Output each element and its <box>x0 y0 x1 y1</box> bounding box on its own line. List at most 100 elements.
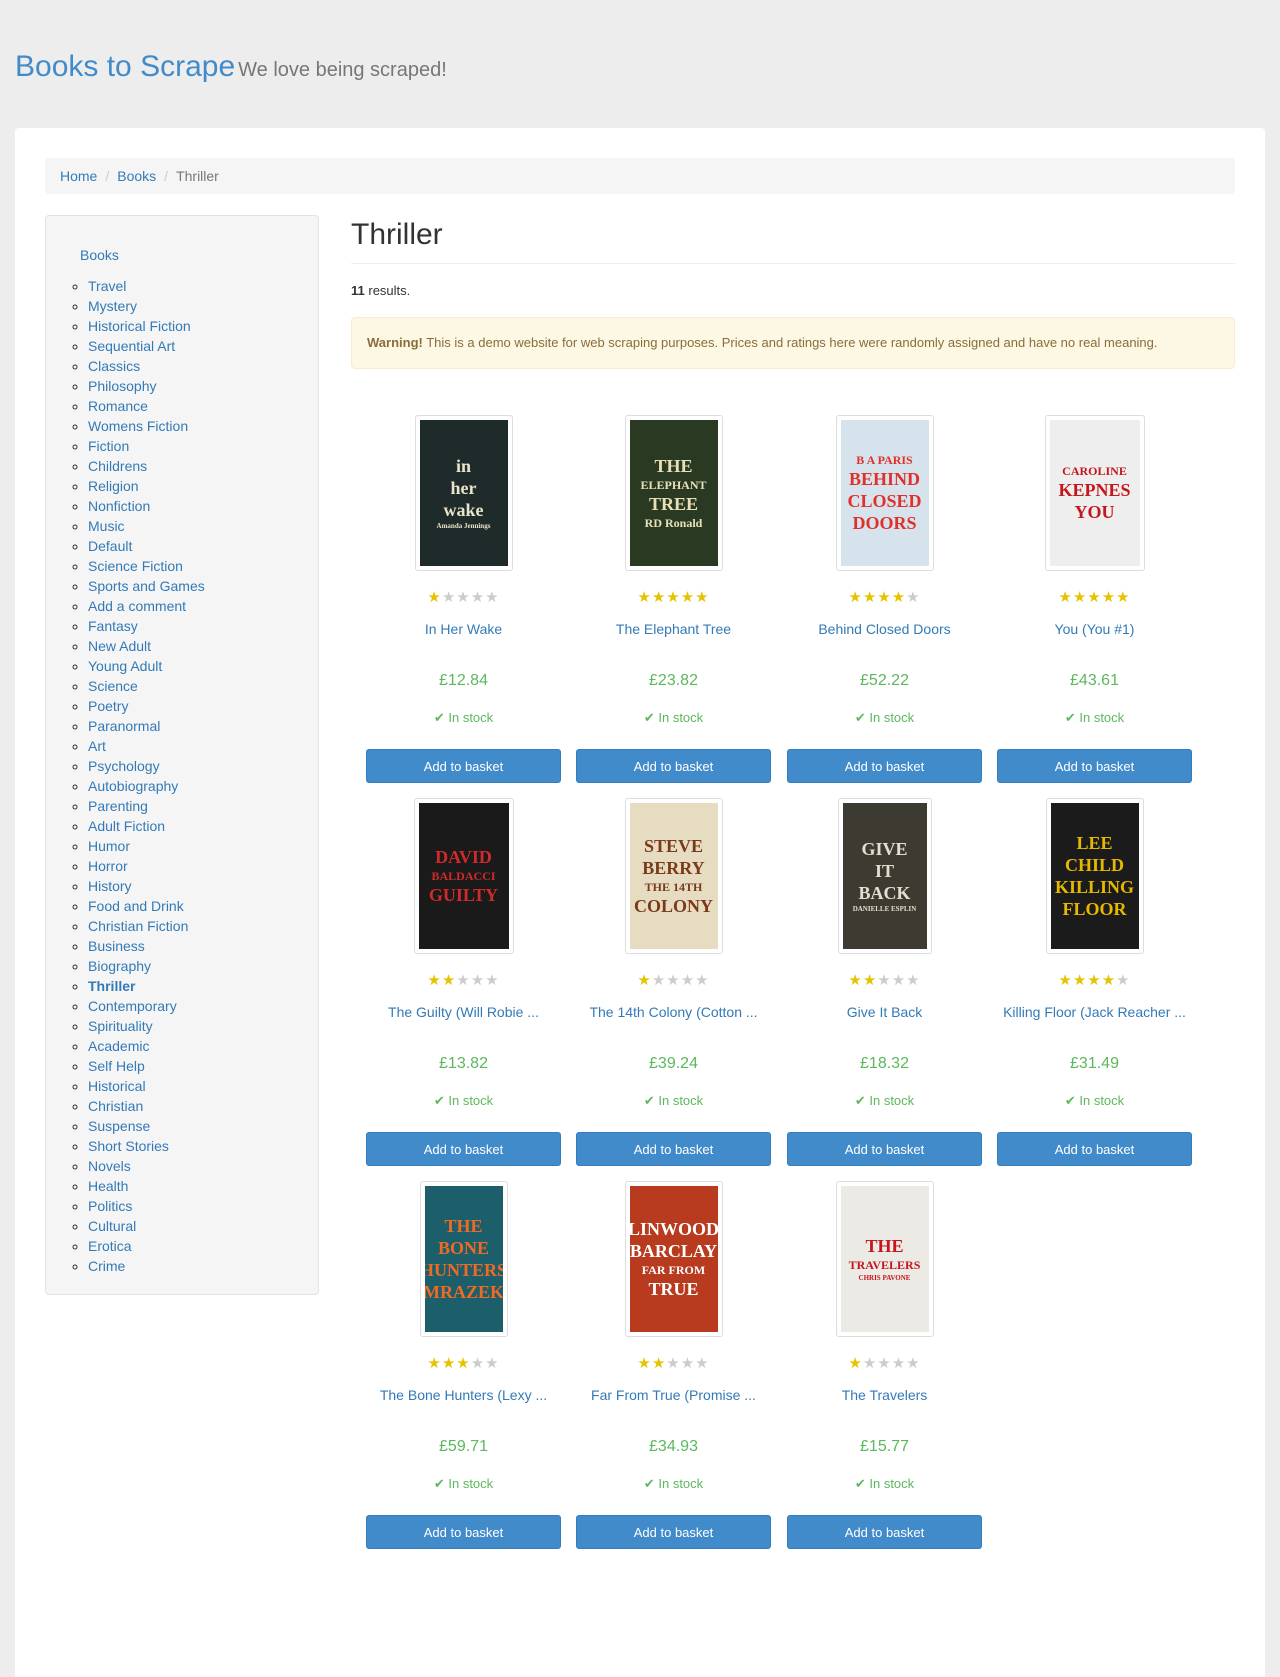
book-title-link[interactable]: The 14th Colony (Cotton ... <box>589 1004 757 1020</box>
sidebar-category-link[interactable]: Academic <box>88 1038 149 1054</box>
book-cover-image: B A PARIS BEHIND CLOSED DOORS <box>840 420 929 566</box>
sidebar-books-link[interactable]: Books <box>80 247 119 263</box>
breadcrumb-current: Thriller <box>176 168 219 184</box>
book-cover-link[interactable]: STEVE BERRY THE 14TH COLONY <box>624 798 723 954</box>
sidebar-category-link[interactable]: Philosophy <box>88 378 157 394</box>
book-cover-link[interactable]: LINWOOD BARCLAY FAR FROM TRUE <box>624 1181 723 1337</box>
book-cover-link[interactable]: B A PARIS BEHIND CLOSED DOORS <box>835 415 934 571</box>
sidebar-category-link[interactable]: Christian <box>88 1098 143 1114</box>
sidebar-category-link[interactable]: Horror <box>88 858 128 874</box>
add-to-basket-button[interactable]: Add to basket <box>576 1132 771 1166</box>
star-filled-icon: ★ <box>1116 589 1131 606</box>
book-title-link[interactable]: You (You #1) <box>1055 621 1135 637</box>
book-cover-link[interactable]: DAVID BALDACCI GUILTY <box>413 798 514 954</box>
sidebar-category-item: Philosophy <box>88 376 205 396</box>
book-title-link[interactable]: Give It Back <box>847 1004 922 1020</box>
sidebar-category-link[interactable]: Thriller <box>88 978 135 994</box>
book-cover-link[interactable]: LEE CHILD KILLING FLOOR <box>1045 798 1144 954</box>
sidebar-category-link[interactable]: Science Fiction <box>88 558 183 574</box>
sidebar-category-link[interactable]: Default <box>88 538 132 554</box>
cover-text: FAR FROM <box>641 1263 706 1277</box>
sidebar-category-link[interactable]: Autobiography <box>88 778 178 794</box>
sidebar-category-link[interactable]: Crime <box>88 1258 125 1274</box>
add-to-basket-button[interactable]: Add to basket <box>787 1515 982 1549</box>
book-title-link[interactable]: The Elephant Tree <box>616 621 731 637</box>
sidebar-category-link[interactable]: Classics <box>88 358 140 374</box>
sidebar-category-link[interactable]: Self Help <box>88 1058 145 1074</box>
book-cover-link[interactable]: THE BONE HUNTERS MRAZEK <box>419 1181 508 1337</box>
sidebar-category-link[interactable]: Suspense <box>88 1118 150 1134</box>
sidebar-category-link[interactable]: Paranormal <box>88 718 160 734</box>
checkmark-icon: ✔ <box>433 1093 449 1108</box>
book-title-link[interactable]: The Travelers <box>842 1387 928 1403</box>
book-title-link[interactable]: Killing Floor (Jack Reacher ... <box>1003 1004 1186 1020</box>
add-to-basket-button[interactable]: Add to basket <box>366 1515 561 1549</box>
sidebar-category-link[interactable]: Cultural <box>88 1218 136 1234</box>
sidebar-category-link[interactable]: Nonfiction <box>88 498 150 514</box>
book-title-link[interactable]: In Her Wake <box>425 621 502 637</box>
checkmark-icon: ✔ <box>1064 1093 1080 1108</box>
book-title-link[interactable]: The Guilty (Will Robie ... <box>388 1004 539 1020</box>
sidebar-category-link[interactable]: Science <box>88 678 138 694</box>
book-cover-link[interactable]: CAROLINE KEPNES YOU <box>1044 415 1145 571</box>
sidebar-category-link[interactable]: Young Adult <box>88 658 162 674</box>
sidebar-category-link[interactable]: Womens Fiction <box>88 418 188 434</box>
add-to-basket-button[interactable]: Add to basket <box>787 749 982 783</box>
sidebar-category-link[interactable]: Childrens <box>88 458 147 474</box>
star-rating: ★★★★★ <box>351 1355 576 1373</box>
sidebar-category-item: Science Fiction <box>88 556 205 576</box>
sidebar-category-link[interactable]: Health <box>88 1178 128 1194</box>
sidebar-category-link[interactable]: Travel <box>88 278 126 294</box>
book-cover-link[interactable]: in her wake Amanda Jennings <box>414 415 513 571</box>
sidebar-category-link[interactable]: Erotica <box>88 1238 132 1254</box>
sidebar-category-link[interactable]: Romance <box>88 398 148 414</box>
sidebar-category-link[interactable]: Christian Fiction <box>88 918 188 934</box>
sidebar-category-link[interactable]: Spirituality <box>88 1018 153 1034</box>
sidebar-category-link[interactable]: Add a comment <box>88 598 186 614</box>
add-to-basket-button[interactable]: Add to basket <box>997 749 1192 783</box>
sidebar-category-link[interactable]: New Adult <box>88 638 151 654</box>
book-title: The Elephant Tree <box>561 619 786 639</box>
sidebar-category-link[interactable]: Historical <box>88 1078 146 1094</box>
sidebar-category-link[interactable]: Politics <box>88 1198 132 1214</box>
sidebar-category-link[interactable]: Fantasy <box>88 618 138 634</box>
add-to-basket-button[interactable]: Add to basket <box>576 749 771 783</box>
sidebar-category-link[interactable]: Religion <box>88 478 139 494</box>
book-cover-link[interactable]: GIVE IT BACK DANIELLE ESPLIN <box>837 798 932 954</box>
sidebar-category-link[interactable]: Adult Fiction <box>88 818 165 834</box>
book-title-link[interactable]: Far From True (Promise ... <box>591 1387 756 1403</box>
sidebar-category-link[interactable]: Psychology <box>88 758 160 774</box>
sidebar-category-link[interactable]: Short Stories <box>88 1138 169 1154</box>
add-to-basket-button[interactable]: Add to basket <box>787 1132 982 1166</box>
cover-text: MRAZEK <box>424 1282 503 1302</box>
sidebar-category-link[interactable]: Novels <box>88 1158 131 1174</box>
sidebar-category-link[interactable]: Music <box>88 518 125 534</box>
sidebar-category-link[interactable]: Business <box>88 938 145 954</box>
add-to-basket-button[interactable]: Add to basket <box>366 749 561 783</box>
book-cover-link[interactable]: THE ELEPHANT TREE RD Ronald <box>624 415 723 571</box>
breadcrumb-home-link[interactable]: Home <box>60 168 97 184</box>
brand-link[interactable]: Books to Scrape <box>15 50 235 83</box>
sidebar-category-item: Biography <box>88 956 205 976</box>
sidebar-category-link[interactable]: Fiction <box>88 438 129 454</box>
sidebar-category-item: Mystery <box>88 296 205 316</box>
sidebar-category-link[interactable]: Sports and Games <box>88 578 205 594</box>
book-title-link[interactable]: Behind Closed Doors <box>818 621 950 637</box>
sidebar-category-link[interactable]: Poetry <box>88 698 128 714</box>
sidebar-category-link[interactable]: Parenting <box>88 798 148 814</box>
sidebar-category-link[interactable]: Art <box>88 738 106 754</box>
sidebar-category-link[interactable]: Historical Fiction <box>88 318 191 334</box>
book-title-link[interactable]: The Bone Hunters (Lexy ... <box>380 1387 547 1403</box>
add-to-basket-button[interactable]: Add to basket <box>997 1132 1192 1166</box>
book-cover-link[interactable]: THE TRAVELERS CHRIS PAVONE <box>835 1181 934 1337</box>
sidebar-category-link[interactable]: History <box>88 878 132 894</box>
add-to-basket-button[interactable]: Add to basket <box>366 1132 561 1166</box>
sidebar-category-link[interactable]: Mystery <box>88 298 137 314</box>
sidebar-category-link[interactable]: Sequential Art <box>88 338 175 354</box>
add-to-basket-button[interactable]: Add to basket <box>576 1515 771 1549</box>
sidebar-category-link[interactable]: Biography <box>88 958 151 974</box>
sidebar-category-link[interactable]: Humor <box>88 838 130 854</box>
breadcrumb-books-link[interactable]: Books <box>117 168 156 184</box>
sidebar-category-link[interactable]: Contemporary <box>88 998 177 1014</box>
sidebar-category-link[interactable]: Food and Drink <box>88 898 184 914</box>
